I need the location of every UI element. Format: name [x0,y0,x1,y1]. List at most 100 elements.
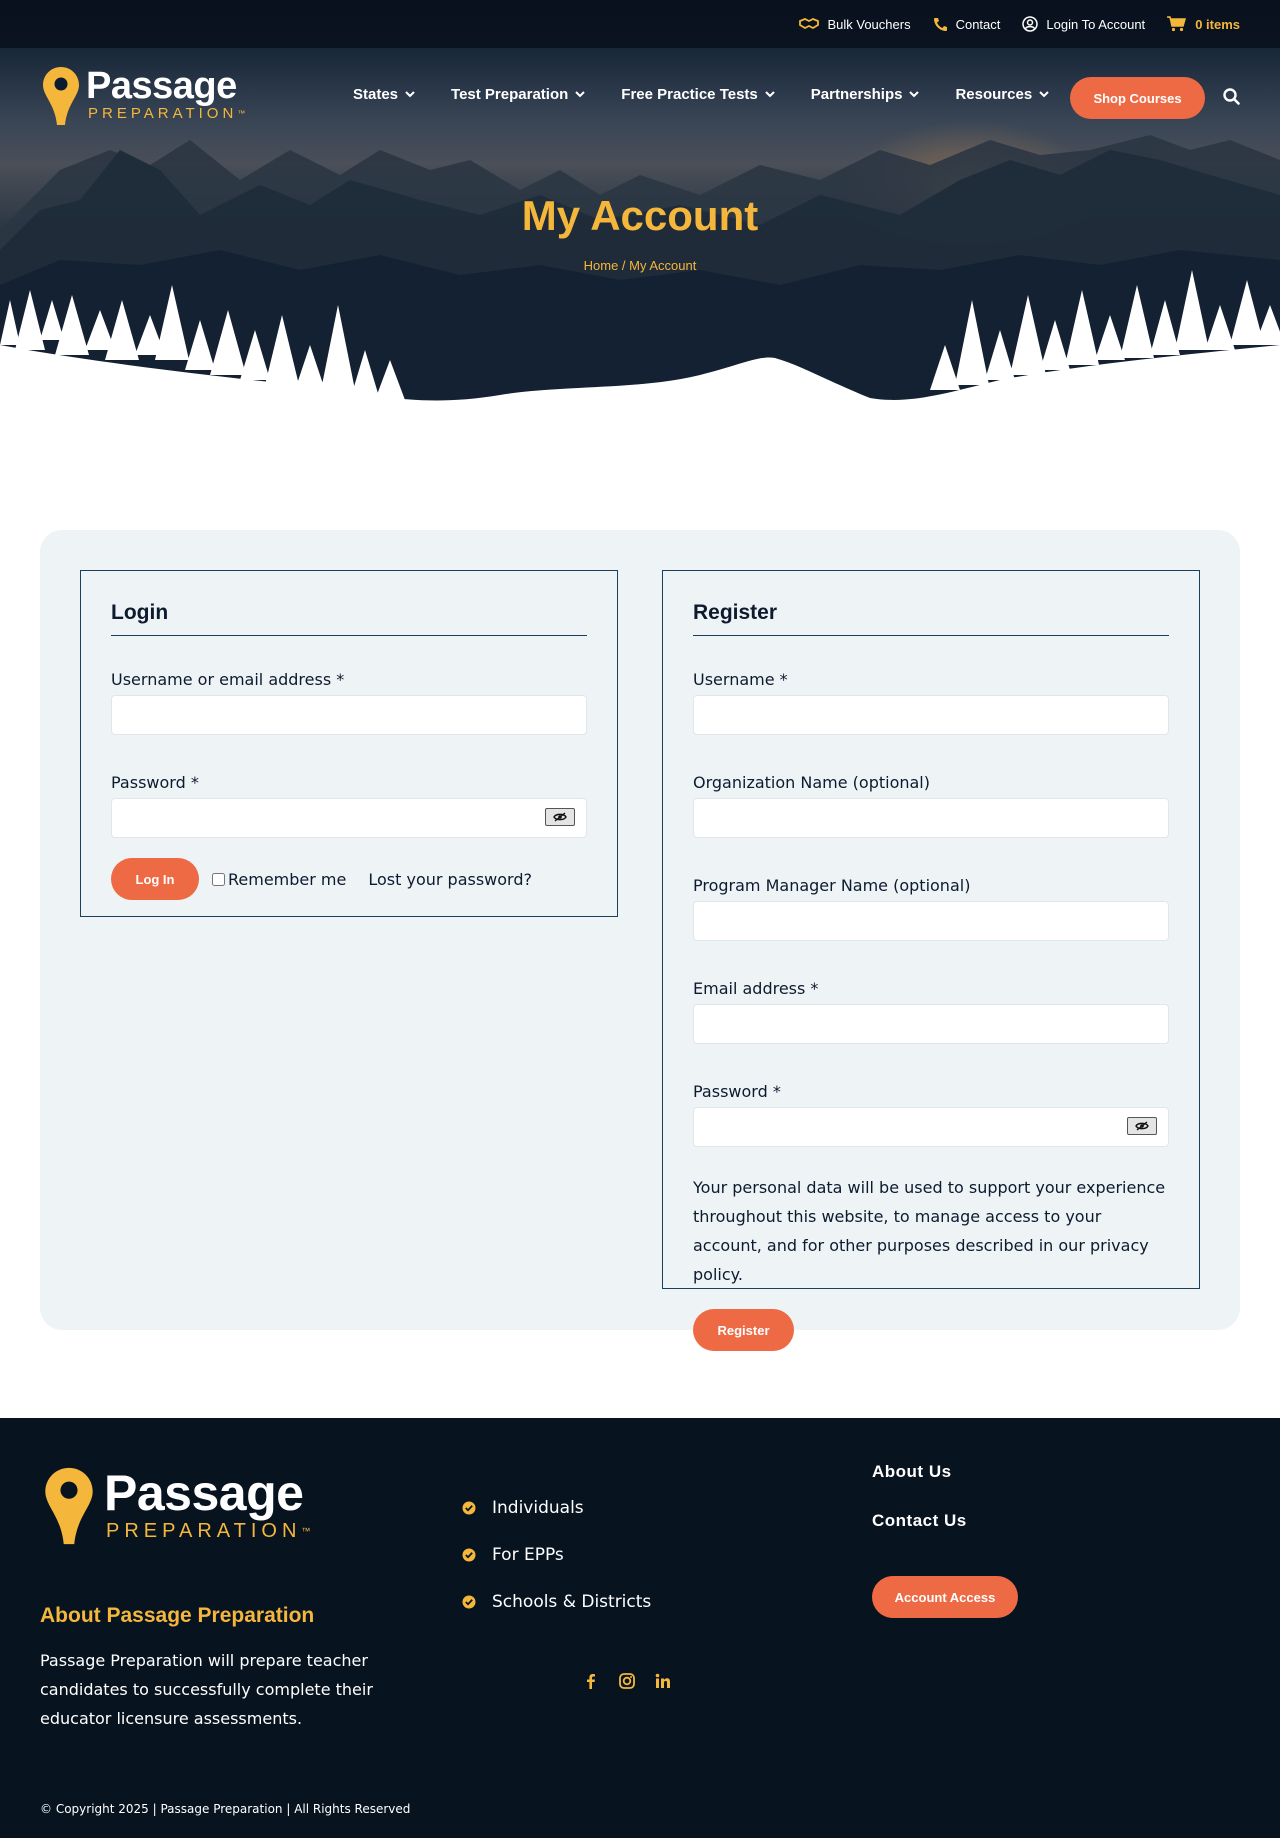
remember-me-label: Remember me [228,869,347,889]
contact-label: Contact [955,16,1001,32]
footer-about-title: About Passage Preparation [40,1604,315,1627]
program-manager-input[interactable] [693,901,1169,941]
social-links [582,1672,672,1694]
page-title: My Account [521,192,759,239]
footer-list-label: For EPPs [492,1544,564,1565]
chevron-down-icon [405,91,415,98]
breadcrumb-current: My Account [629,258,697,273]
contact-link[interactable]: Contact [933,16,1001,32]
nav-item-label: Resources [955,86,1033,103]
logo-tagline: PREPARATION [88,105,238,122]
login-username-label: Username or email address * [111,670,345,689]
handshake-icon [799,18,820,30]
nav-item-resources[interactable]: Resources [955,86,1049,103]
logo-wordmark: Passage [86,65,237,107]
login-password-input[interactable] [111,798,587,838]
organization-name-input[interactable] [693,798,1169,838]
footer-links: About Us Contact Us [872,1462,967,1560]
location-pin-icon [43,67,79,125]
trademark-symbol: ™ [301,1526,311,1536]
nav-item-free-practice-tests[interactable]: Free Practice Tests [621,86,775,103]
search-button[interactable] [1223,88,1240,109]
instagram-icon[interactable] [618,1672,636,1694]
nav-item-label: Test Preparation [451,86,569,103]
eye-slash-icon [553,812,567,822]
footer-logo[interactable]: Passage PREPARATION™ [44,1466,310,1546]
cart-icon [1167,16,1187,32]
register-button[interactable]: Register [693,1309,794,1351]
login-button[interactable]: Log In [111,858,199,900]
register-username-input[interactable] [693,695,1169,735]
login-form: Login Username or email address * Passwo… [80,570,618,917]
chevron-down-icon [1039,91,1049,98]
nav-item-label: Partnerships [810,86,903,103]
login-to-account-label: Login To Account [1046,16,1146,32]
account-access-button[interactable]: Account Access [872,1576,1018,1618]
bulk-vouchers-link[interactable]: Bulk Vouchers [799,16,911,32]
contact-us-link[interactable]: Contact Us [872,1511,967,1560]
account-forms-panel: Login Username or email address * Passwo… [40,530,1240,1351]
chevron-down-icon [765,91,775,98]
show-password-button[interactable] [545,808,575,826]
footer-audience-list: Individuals For EPPs Schools & Districts [462,1484,651,1625]
breadcrumb: Home / My Account [0,258,1280,273]
login-title: Login [111,601,587,636]
nav-item-label: States [353,86,399,103]
login-to-account-link[interactable]: Login To Account [1022,16,1145,32]
facebook-icon[interactable] [582,1672,600,1694]
register-title: Register [693,601,1169,636]
check-circle-icon [462,1548,476,1561]
nav-item-partnerships[interactable]: Partnerships [811,86,920,103]
footer-list-label: Individuals [492,1497,584,1518]
show-password-button[interactable] [1127,1117,1157,1135]
remember-me[interactable]: Remember me [212,870,346,889]
privacy-end: . [737,1265,743,1284]
organization-name-label: Organization Name (optional) [693,773,930,792]
site-logo[interactable]: Passage PREPARATION™ [42,66,245,126]
cart-count: 0 items [1195,16,1240,32]
logo-tagline: PREPARATION [106,1520,302,1542]
phone-icon [933,17,947,31]
site-footer: Passage PREPARATION™ About Passage Prepa… [0,1418,1280,1838]
cart-link[interactable]: 0 items [1167,16,1240,32]
logo-wordmark: Passage [104,1465,304,1521]
utility-bar: Bulk Vouchers Contact Login To Account 0… [0,0,1280,48]
footer-list-item-epps[interactable]: For EPPs [462,1531,651,1578]
remember-me-checkbox[interactable] [212,872,225,886]
footer-list-label: Schools & Districts [492,1591,652,1612]
login-actions: Log In Remember me Lost your password? [111,858,587,900]
linkedin-icon[interactable] [654,1672,672,1694]
check-circle-icon [462,1501,476,1514]
chevron-down-icon [909,91,920,98]
footer-list-item-schools[interactable]: Schools & Districts [462,1578,651,1625]
bulk-vouchers-label: Bulk Vouchers [827,16,911,32]
nav-item-test-preparation[interactable]: Test Preparation [451,86,586,103]
register-email-input[interactable] [693,1004,1169,1044]
login-username-input[interactable] [111,695,587,735]
register-username-label: Username * [693,670,788,689]
eye-slash-icon [1135,1121,1149,1131]
shop-courses-button[interactable]: Shop Courses [1070,77,1205,119]
login-password-label: Password * [111,773,199,792]
breadcrumb-separator: / [618,258,630,273]
privacy-notice: Your personal data will be used to suppo… [693,1173,1169,1289]
trademark-symbol: ™ [237,109,246,118]
register-password-input[interactable] [693,1107,1169,1147]
footer-list-item-individuals[interactable]: Individuals [462,1484,651,1531]
chevron-down-icon [575,91,586,98]
register-password-label: Password * [693,1082,781,1101]
breadcrumb-home-link[interactable]: Home [584,258,619,273]
register-email-label: Email address * [693,979,819,998]
lost-password-link[interactable]: Lost your password? [368,870,532,889]
user-circle-icon [1022,16,1039,32]
check-circle-icon [462,1595,476,1608]
nav-item-states[interactable]: States [353,86,415,103]
nav-item-label: Free Practice Tests [621,86,758,103]
location-pin-icon [45,1467,93,1545]
about-us-link[interactable]: About Us [872,1462,967,1511]
footer-about-text: Passage Preparation will prepare teacher… [40,1651,373,1728]
nav-menu: States Test Preparation Free Practice Te… [353,86,1049,103]
account-main: Login Username or email address * Passwo… [0,410,1280,1351]
program-manager-label: Program Manager Name (optional) [693,876,971,895]
search-icon [1223,88,1240,105]
